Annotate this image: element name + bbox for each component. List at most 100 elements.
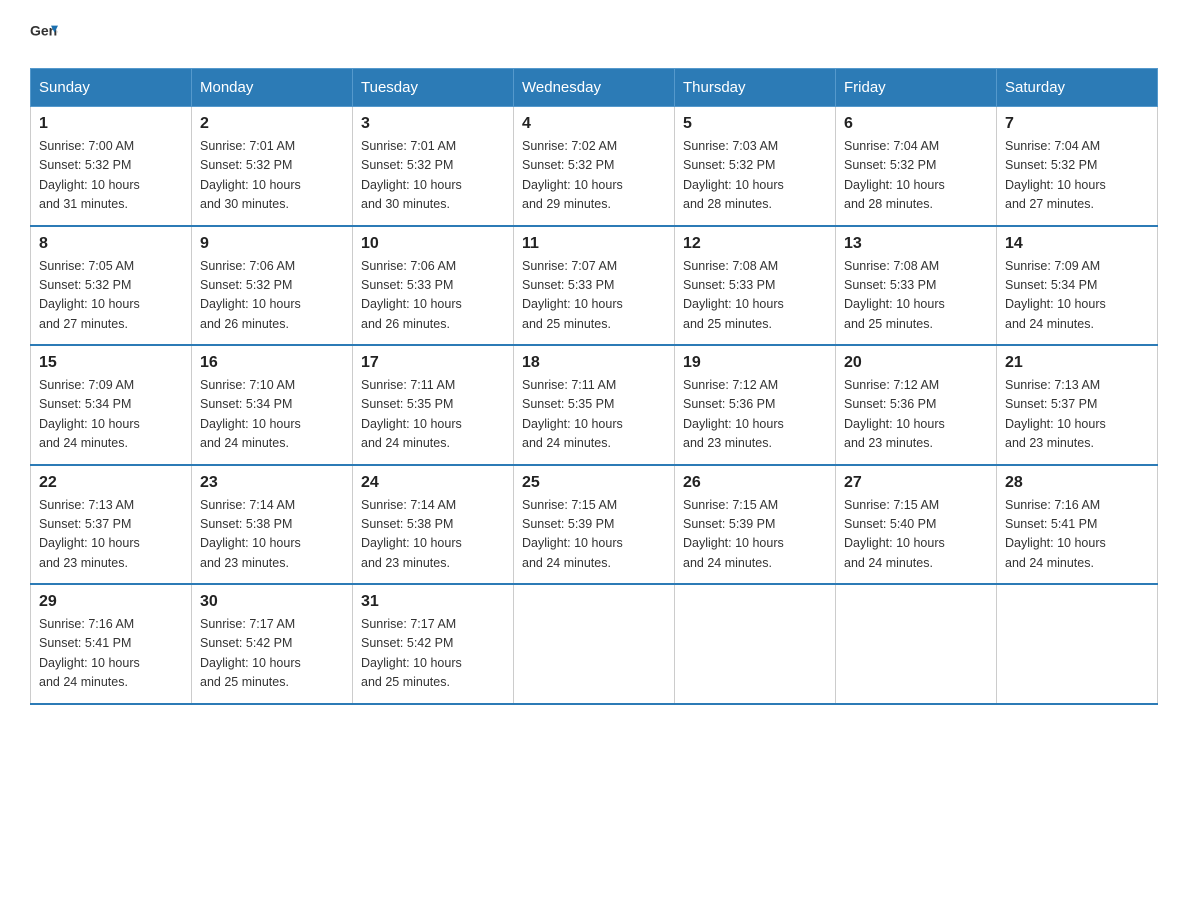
day-cell: 9 Sunrise: 7:06 AM Sunset: 5:32 PM Dayli… [192,226,353,346]
day-info: Sunrise: 7:17 AM Sunset: 5:42 PM Dayligh… [361,615,505,693]
calendar-body: 1 Sunrise: 7:00 AM Sunset: 5:32 PM Dayli… [31,107,1158,704]
day-info: Sunrise: 7:12 AM Sunset: 5:36 PM Dayligh… [683,376,827,454]
day-info: Sunrise: 7:15 AM Sunset: 5:40 PM Dayligh… [844,496,988,574]
day-cell: 24 Sunrise: 7:14 AM Sunset: 5:38 PM Dayl… [353,465,514,585]
day-cell: 15 Sunrise: 7:09 AM Sunset: 5:34 PM Dayl… [31,345,192,465]
day-info: Sunrise: 7:00 AM Sunset: 5:32 PM Dayligh… [39,137,183,215]
day-number: 12 [683,235,827,253]
day-info: Sunrise: 7:01 AM Sunset: 5:32 PM Dayligh… [361,137,505,215]
day-cell: 16 Sunrise: 7:10 AM Sunset: 5:34 PM Dayl… [192,345,353,465]
day-cell: 22 Sunrise: 7:13 AM Sunset: 5:37 PM Dayl… [31,465,192,585]
day-cell: 10 Sunrise: 7:06 AM Sunset: 5:33 PM Dayl… [353,226,514,346]
day-info: Sunrise: 7:12 AM Sunset: 5:36 PM Dayligh… [844,376,988,454]
day-number: 17 [361,354,505,372]
day-cell: 6 Sunrise: 7:04 AM Sunset: 5:32 PM Dayli… [836,107,997,226]
day-number: 13 [844,235,988,253]
logo: General [30,20,64,48]
day-number: 11 [522,235,666,253]
day-cell: 20 Sunrise: 7:12 AM Sunset: 5:36 PM Dayl… [836,345,997,465]
day-number: 1 [39,115,183,133]
day-info: Sunrise: 7:03 AM Sunset: 5:32 PM Dayligh… [683,137,827,215]
day-info: Sunrise: 7:09 AM Sunset: 5:34 PM Dayligh… [1005,257,1149,335]
day-info: Sunrise: 7:11 AM Sunset: 5:35 PM Dayligh… [361,376,505,454]
week-row-2: 8 Sunrise: 7:05 AM Sunset: 5:32 PM Dayli… [31,226,1158,346]
header-sunday: Sunday [31,69,192,107]
calendar-table: SundayMondayTuesdayWednesdayThursdayFrid… [30,68,1158,705]
day-info: Sunrise: 7:08 AM Sunset: 5:33 PM Dayligh… [683,257,827,335]
day-info: Sunrise: 7:06 AM Sunset: 5:33 PM Dayligh… [361,257,505,335]
day-info: Sunrise: 7:09 AM Sunset: 5:34 PM Dayligh… [39,376,183,454]
day-cell: 1 Sunrise: 7:00 AM Sunset: 5:32 PM Dayli… [31,107,192,226]
day-cell: 29 Sunrise: 7:16 AM Sunset: 5:41 PM Dayl… [31,584,192,704]
day-info: Sunrise: 7:04 AM Sunset: 5:32 PM Dayligh… [1005,137,1149,215]
day-number: 10 [361,235,505,253]
day-cell: 11 Sunrise: 7:07 AM Sunset: 5:33 PM Dayl… [514,226,675,346]
day-number: 3 [361,115,505,133]
day-cell: 19 Sunrise: 7:12 AM Sunset: 5:36 PM Dayl… [675,345,836,465]
day-number: 7 [1005,115,1149,133]
day-number: 19 [683,354,827,372]
day-cell: 7 Sunrise: 7:04 AM Sunset: 5:32 PM Dayli… [997,107,1158,226]
day-cell: 3 Sunrise: 7:01 AM Sunset: 5:32 PM Dayli… [353,107,514,226]
day-cell: 5 Sunrise: 7:03 AM Sunset: 5:32 PM Dayli… [675,107,836,226]
header-friday: Friday [836,69,997,107]
day-number: 25 [522,474,666,492]
header-thursday: Thursday [675,69,836,107]
day-number: 29 [39,593,183,611]
day-number: 28 [1005,474,1149,492]
day-cell [514,584,675,704]
day-info: Sunrise: 7:04 AM Sunset: 5:32 PM Dayligh… [844,137,988,215]
day-number: 15 [39,354,183,372]
day-cell: 14 Sunrise: 7:09 AM Sunset: 5:34 PM Dayl… [997,226,1158,346]
day-number: 31 [361,593,505,611]
day-info: Sunrise: 7:16 AM Sunset: 5:41 PM Dayligh… [39,615,183,693]
day-number: 24 [361,474,505,492]
day-info: Sunrise: 7:13 AM Sunset: 5:37 PM Dayligh… [1005,376,1149,454]
day-info: Sunrise: 7:01 AM Sunset: 5:32 PM Dayligh… [200,137,344,215]
day-number: 14 [1005,235,1149,253]
header-wednesday: Wednesday [514,69,675,107]
day-number: 2 [200,115,344,133]
day-info: Sunrise: 7:15 AM Sunset: 5:39 PM Dayligh… [522,496,666,574]
day-cell: 23 Sunrise: 7:14 AM Sunset: 5:38 PM Dayl… [192,465,353,585]
week-row-4: 22 Sunrise: 7:13 AM Sunset: 5:37 PM Dayl… [31,465,1158,585]
week-row-1: 1 Sunrise: 7:00 AM Sunset: 5:32 PM Dayli… [31,107,1158,226]
day-cell: 31 Sunrise: 7:17 AM Sunset: 5:42 PM Dayl… [353,584,514,704]
page-header: General [30,20,1158,48]
day-cell [997,584,1158,704]
day-info: Sunrise: 7:14 AM Sunset: 5:38 PM Dayligh… [361,496,505,574]
header-row: SundayMondayTuesdayWednesdayThursdayFrid… [31,69,1158,107]
day-cell: 13 Sunrise: 7:08 AM Sunset: 5:33 PM Dayl… [836,226,997,346]
day-number: 30 [200,593,344,611]
day-number: 27 [844,474,988,492]
day-cell: 8 Sunrise: 7:05 AM Sunset: 5:32 PM Dayli… [31,226,192,346]
day-cell: 4 Sunrise: 7:02 AM Sunset: 5:32 PM Dayli… [514,107,675,226]
day-info: Sunrise: 7:05 AM Sunset: 5:32 PM Dayligh… [39,257,183,335]
day-number: 8 [39,235,183,253]
day-cell: 21 Sunrise: 7:13 AM Sunset: 5:37 PM Dayl… [997,345,1158,465]
day-number: 21 [1005,354,1149,372]
day-cell: 17 Sunrise: 7:11 AM Sunset: 5:35 PM Dayl… [353,345,514,465]
day-number: 23 [200,474,344,492]
day-info: Sunrise: 7:10 AM Sunset: 5:34 PM Dayligh… [200,376,344,454]
day-cell [675,584,836,704]
day-info: Sunrise: 7:06 AM Sunset: 5:32 PM Dayligh… [200,257,344,335]
day-number: 5 [683,115,827,133]
day-number: 26 [683,474,827,492]
day-cell [836,584,997,704]
day-info: Sunrise: 7:11 AM Sunset: 5:35 PM Dayligh… [522,376,666,454]
day-number: 9 [200,235,344,253]
day-number: 20 [844,354,988,372]
day-cell: 26 Sunrise: 7:15 AM Sunset: 5:39 PM Dayl… [675,465,836,585]
day-cell: 18 Sunrise: 7:11 AM Sunset: 5:35 PM Dayl… [514,345,675,465]
day-number: 6 [844,115,988,133]
day-number: 4 [522,115,666,133]
day-info: Sunrise: 7:07 AM Sunset: 5:33 PM Dayligh… [522,257,666,335]
calendar-header: SundayMondayTuesdayWednesdayThursdayFrid… [31,69,1158,107]
logo-icon: General [30,20,58,48]
day-info: Sunrise: 7:17 AM Sunset: 5:42 PM Dayligh… [200,615,344,693]
day-cell: 27 Sunrise: 7:15 AM Sunset: 5:40 PM Dayl… [836,465,997,585]
day-cell: 25 Sunrise: 7:15 AM Sunset: 5:39 PM Dayl… [514,465,675,585]
day-number: 22 [39,474,183,492]
day-cell: 30 Sunrise: 7:17 AM Sunset: 5:42 PM Dayl… [192,584,353,704]
